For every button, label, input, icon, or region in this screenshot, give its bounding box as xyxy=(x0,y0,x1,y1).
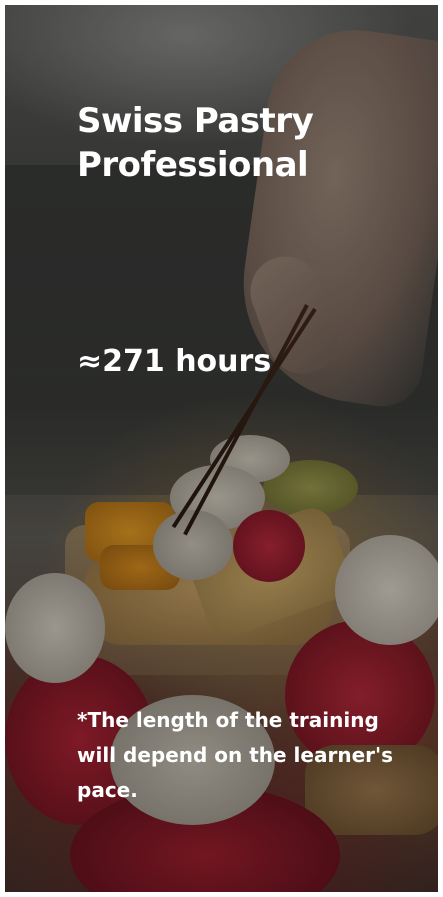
course-title-line1: Swiss Pastry xyxy=(77,101,314,141)
course-card[interactable]: Swiss Pastry Professional ≈271 hours *Th… xyxy=(5,5,438,892)
duration-footnote: *The length of the training will depend … xyxy=(77,708,394,802)
course-duration: ≈271 hours xyxy=(77,344,272,379)
course-title: Swiss Pastry Professional xyxy=(77,99,397,187)
course-title-line2: Professional xyxy=(77,145,309,185)
